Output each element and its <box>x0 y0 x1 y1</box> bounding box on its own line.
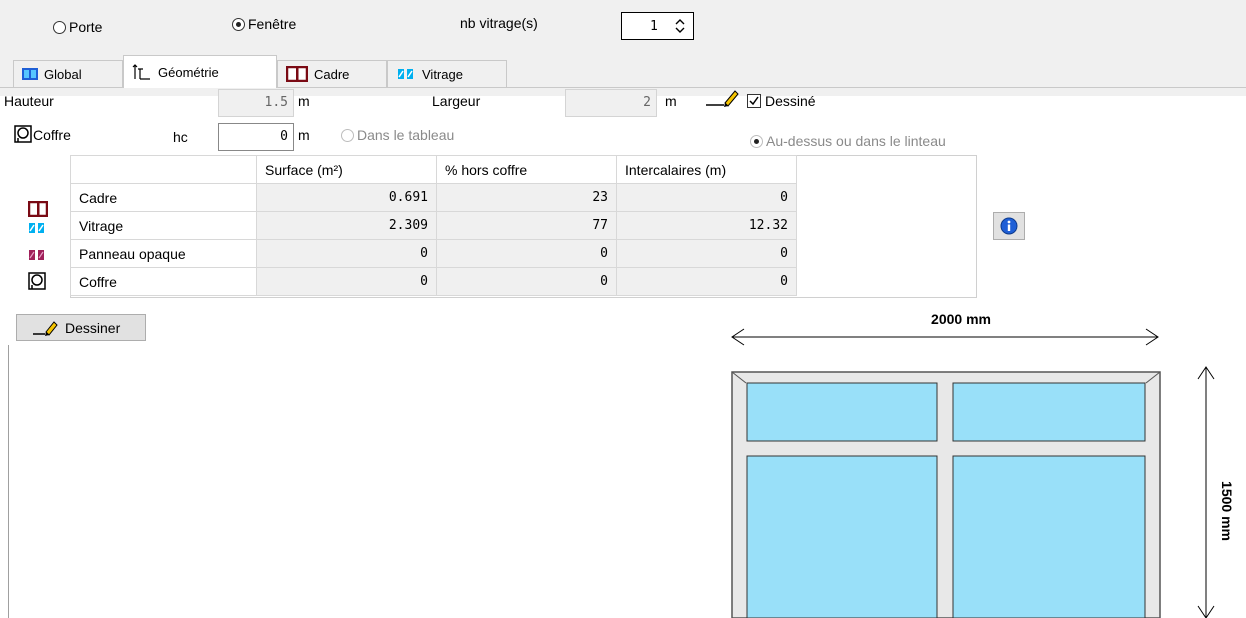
tab-geometrie-label: Géométrie <box>158 64 219 80</box>
dessiner-label: Dessiner <box>65 319 121 336</box>
width-dimension-arrow <box>731 328 1159 346</box>
table-row: Vitrage 2.309 77 12.32 <box>70 211 797 240</box>
glass-pane <box>952 455 1146 618</box>
table-header: % hors coffre <box>436 155 617 184</box>
glass-pane <box>746 382 938 442</box>
glass-pane <box>952 382 1146 442</box>
largeur-unit: m <box>665 93 677 109</box>
row-name: Panneau opaque <box>70 239 257 268</box>
radio-porte[interactable]: Porte <box>53 19 102 35</box>
height-dimension-label: 1500 mm <box>1219 481 1235 541</box>
largeur-input[interactable]: 2 <box>565 89 657 117</box>
row-name: Vitrage <box>70 211 257 240</box>
results-table: Surface (m²) % hors coffre Intercalaires… <box>70 155 797 296</box>
tab-cadre[interactable]: Cadre <box>277 60 387 87</box>
shutter-box-icon <box>28 272 46 290</box>
hc-input[interactable]: 0 <box>218 123 294 151</box>
shutter-box-icon[interactable] <box>14 125 32 143</box>
tab-cadre-label: Cadre <box>314 66 350 82</box>
row-pct: 77 <box>436 211 617 240</box>
pencil-icon <box>706 90 739 107</box>
window-drawing: 2000 mm 1500 mm <box>731 311 1235 618</box>
hauteur-label: Hauteur <box>4 93 54 109</box>
row-pct: 0 <box>436 267 617 296</box>
hc-label: hc <box>173 129 188 145</box>
glazing-blue-icon <box>22 68 38 80</box>
row-name: Coffre <box>70 267 257 296</box>
table-header-row: Surface (m²) % hors coffre Intercalaires… <box>70 155 797 184</box>
info-icon <box>1000 217 1018 235</box>
radio-linteau[interactable]: Au-dessus ou dans le linteau <box>750 133 946 149</box>
row-pct: 23 <box>436 183 617 212</box>
pencil-icon <box>33 320 58 336</box>
hc-unit: m <box>298 127 310 143</box>
dessine-label: Dessiné <box>765 93 816 109</box>
frame-icon <box>28 201 48 217</box>
dimension-icon <box>132 64 150 80</box>
row-pct: 0 <box>436 239 617 268</box>
radio-porte-dot[interactable] <box>53 20 66 34</box>
row-inter: 0 <box>616 239 797 268</box>
table-header <box>70 155 257 184</box>
glass-pane <box>746 455 938 618</box>
frame-icon <box>286 66 308 82</box>
table-header: Surface (m²) <box>256 155 437 184</box>
hauteur-unit: m <box>298 93 310 109</box>
tab-vitrage-label: Vitrage <box>422 66 463 82</box>
nb-vitrage-spinner[interactable]: 1 <box>621 12 694 40</box>
width-dimension-label: 2000 mm <box>931 311 991 327</box>
row-inter: 0 <box>616 267 797 296</box>
row-inter: 0 <box>616 183 797 212</box>
row-surface: 0 <box>256 267 437 296</box>
radio-porte-label: Porte <box>69 19 103 35</box>
radio-dans-tableau[interactable]: Dans le tableau <box>341 127 454 143</box>
dessine-checkbox[interactable] <box>747 94 761 108</box>
tab-global[interactable]: Global <box>13 60 123 87</box>
radio-linteau-label: Au-dessus ou dans le linteau <box>766 133 946 149</box>
row-inter: 12.32 <box>616 211 797 240</box>
nb-vitrage-label: nb vitrage(s) <box>460 15 538 31</box>
height-dimension-arrow <box>1197 366 1215 618</box>
table-row: Coffre 0 0 0 <box>70 267 797 296</box>
checkmark-icon <box>749 96 759 106</box>
largeur-label: Largeur <box>432 93 481 109</box>
row-surface: 0 <box>256 239 437 268</box>
spinner-arrows-icon[interactable] <box>675 19 685 33</box>
table-row: Panneau opaque 0 0 0 <box>70 239 797 268</box>
tab-geometrie[interactable]: Géométrie <box>123 55 277 88</box>
table-header: Intercalaires (m) <box>616 155 797 184</box>
drawing-area-border <box>8 345 9 618</box>
table-row: Cadre 0.691 23 0 <box>70 183 797 212</box>
row-name: Cadre <box>70 183 257 212</box>
tab-vitrage[interactable]: Vitrage <box>387 60 507 87</box>
radio-dans-tableau-label: Dans le tableau <box>357 127 455 143</box>
coffre-label: Coffre <box>33 127 71 143</box>
hauteur-input[interactable]: 1.5 <box>218 89 294 117</box>
radio-fenetre-label: Fenêtre <box>248 16 297 32</box>
radio-fenetre[interactable]: Fenêtre <box>232 16 296 32</box>
glazing-cyan-icon <box>398 69 413 79</box>
tab-global-label: Global <box>44 66 82 82</box>
row-surface: 0.691 <box>256 183 437 212</box>
opaque-panel-icon <box>29 250 44 260</box>
glazing-cyan-icon <box>29 223 44 233</box>
radio-dans-tableau-dot[interactable] <box>341 128 354 142</box>
row-surface: 2.309 <box>256 211 437 240</box>
info-button[interactable] <box>993 212 1025 240</box>
radio-fenetre-dot[interactable] <box>232 17 245 31</box>
nb-vitrage-value: 1 <box>650 19 658 34</box>
radio-linteau-dot[interactable] <box>750 134 763 148</box>
dessiner-button[interactable]: Dessiner <box>16 314 146 341</box>
